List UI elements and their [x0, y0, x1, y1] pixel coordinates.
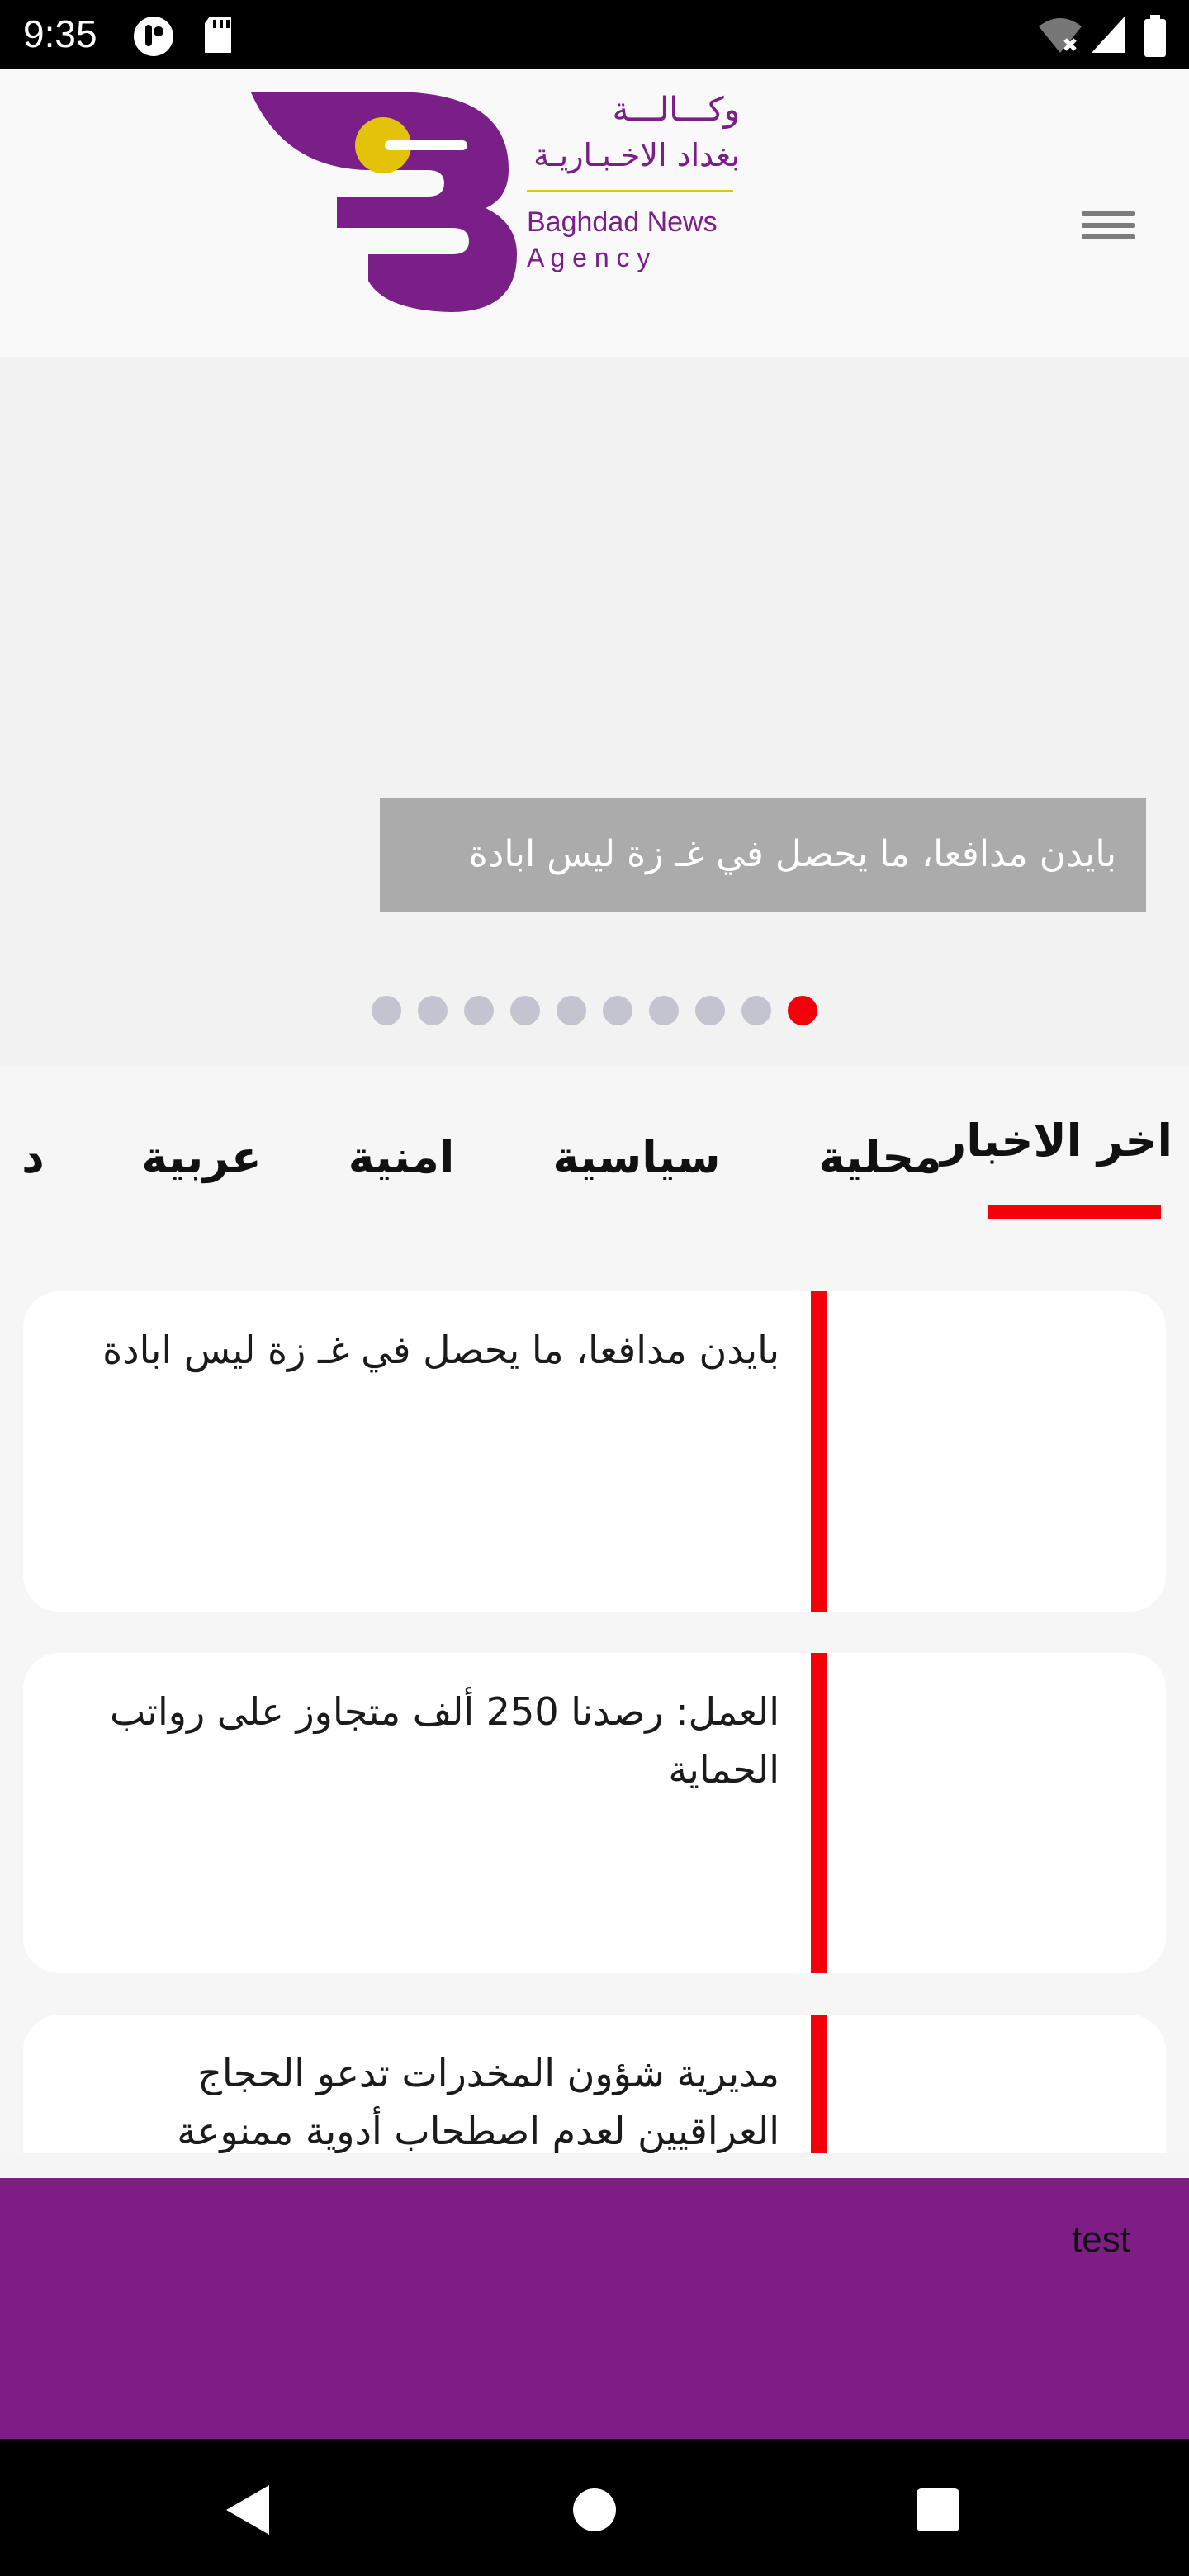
- recents-icon[interactable]: [905, 2477, 971, 2543]
- news-list[interactable]: بايدن مدافعا، ما يحصل في غـ زة ليس ابادة…: [0, 1248, 1189, 2153]
- logo-arabic-line2: بغداد الاخـبـاريـة: [533, 137, 740, 173]
- news-card[interactable]: مديرية شؤون المخدرات تدعو الحجاج العراقي…: [23, 2015, 1166, 2153]
- status-bar: 9:35: [0, 0, 1189, 69]
- slider-dot[interactable]: [510, 996, 540, 1025]
- slide-caption[interactable]: بايدن مدافعا، ما يحصل في غـ زة ليس ابادة: [380, 798, 1146, 912]
- news-card[interactable]: العمل: رصدنا 250 ألف متجاوز على رواتب ال…: [23, 1653, 1166, 1973]
- slider-dot-active[interactable]: [788, 996, 817, 1025]
- slider-dots: [372, 996, 834, 1025]
- hamburger-menu-icon: [1073, 192, 1143, 261]
- brand-logo[interactable]: وكـــالـــة بغداد الاخـبـاريـة Baghdad N…: [244, 91, 740, 314]
- slider-dot[interactable]: [557, 996, 586, 1025]
- battery-icon: [1144, 15, 1166, 57]
- app-notification-icon: [134, 17, 173, 56]
- sd-card-icon: [205, 17, 231, 53]
- tab-arab[interactable]: عربية: [135, 1125, 268, 1191]
- news-accent-bar: [811, 2015, 827, 2153]
- logo-divider: [527, 190, 733, 192]
- tab-politics[interactable]: سياسية: [533, 1125, 740, 1191]
- tab-local[interactable]: محلية: [798, 1125, 963, 1191]
- slider-dot[interactable]: [603, 996, 632, 1025]
- cell-signal-icon: [1092, 17, 1125, 53]
- slider-dot[interactable]: [372, 996, 401, 1025]
- news-card[interactable]: بايدن مدافعا، ما يحصل في غـ زة ليس ابادة: [23, 1291, 1166, 1612]
- tab-latest-news[interactable]: اخر الاخبار: [940, 1108, 1172, 1174]
- slider-dot[interactable]: [741, 996, 771, 1025]
- slider-dot[interactable]: [464, 996, 494, 1025]
- footer-bar: test: [0, 2178, 1189, 2439]
- tab-partial[interactable]: د: [8, 1125, 58, 1191]
- status-time: 9:35: [23, 12, 97, 55]
- slider-dot[interactable]: [418, 996, 448, 1025]
- news-title: بايدن مدافعا، ما يحصل في غـ زة ليس ابادة: [102, 1328, 779, 1372]
- footer-text: test: [1072, 2219, 1130, 2260]
- back-icon[interactable]: [215, 2477, 281, 2543]
- tab-security[interactable]: امنية: [335, 1125, 467, 1191]
- home-icon[interactable]: [561, 2477, 628, 2543]
- news-title: العمل: رصدنا 250 ألف متجاوز على رواتب ال…: [110, 1689, 779, 1792]
- app-header: وكـــالـــة بغداد الاخـبـاريـة Baghdad N…: [0, 69, 1189, 357]
- news-slider[interactable]: بايدن مدافعا، ما يحصل في غـ زة ليس ابادة: [0, 357, 1189, 1067]
- logo-arabic-line1: وكـــالـــة: [612, 91, 741, 129]
- menu-button[interactable]: [1073, 192, 1143, 261]
- wifi-off-icon: [1039, 18, 1082, 53]
- category-tabs: اخر الاخبار محلية سياسية امنية عربية د: [0, 1067, 1189, 1248]
- news-title: مديرية شؤون المخدرات تدعو الحجاج العراقي…: [177, 2051, 779, 2153]
- news-accent-bar: [811, 1291, 827, 1612]
- system-nav-bar: [0, 2439, 1189, 2576]
- news-accent-bar: [811, 1653, 827, 1973]
- active-tab-indicator: [988, 1205, 1161, 1219]
- slider-dot[interactable]: [649, 996, 679, 1025]
- logo-english-line1: Baghdad News: [527, 206, 718, 238]
- slider-dot[interactable]: [695, 996, 725, 1025]
- logo-english-line2: A g e n c y: [527, 243, 651, 272]
